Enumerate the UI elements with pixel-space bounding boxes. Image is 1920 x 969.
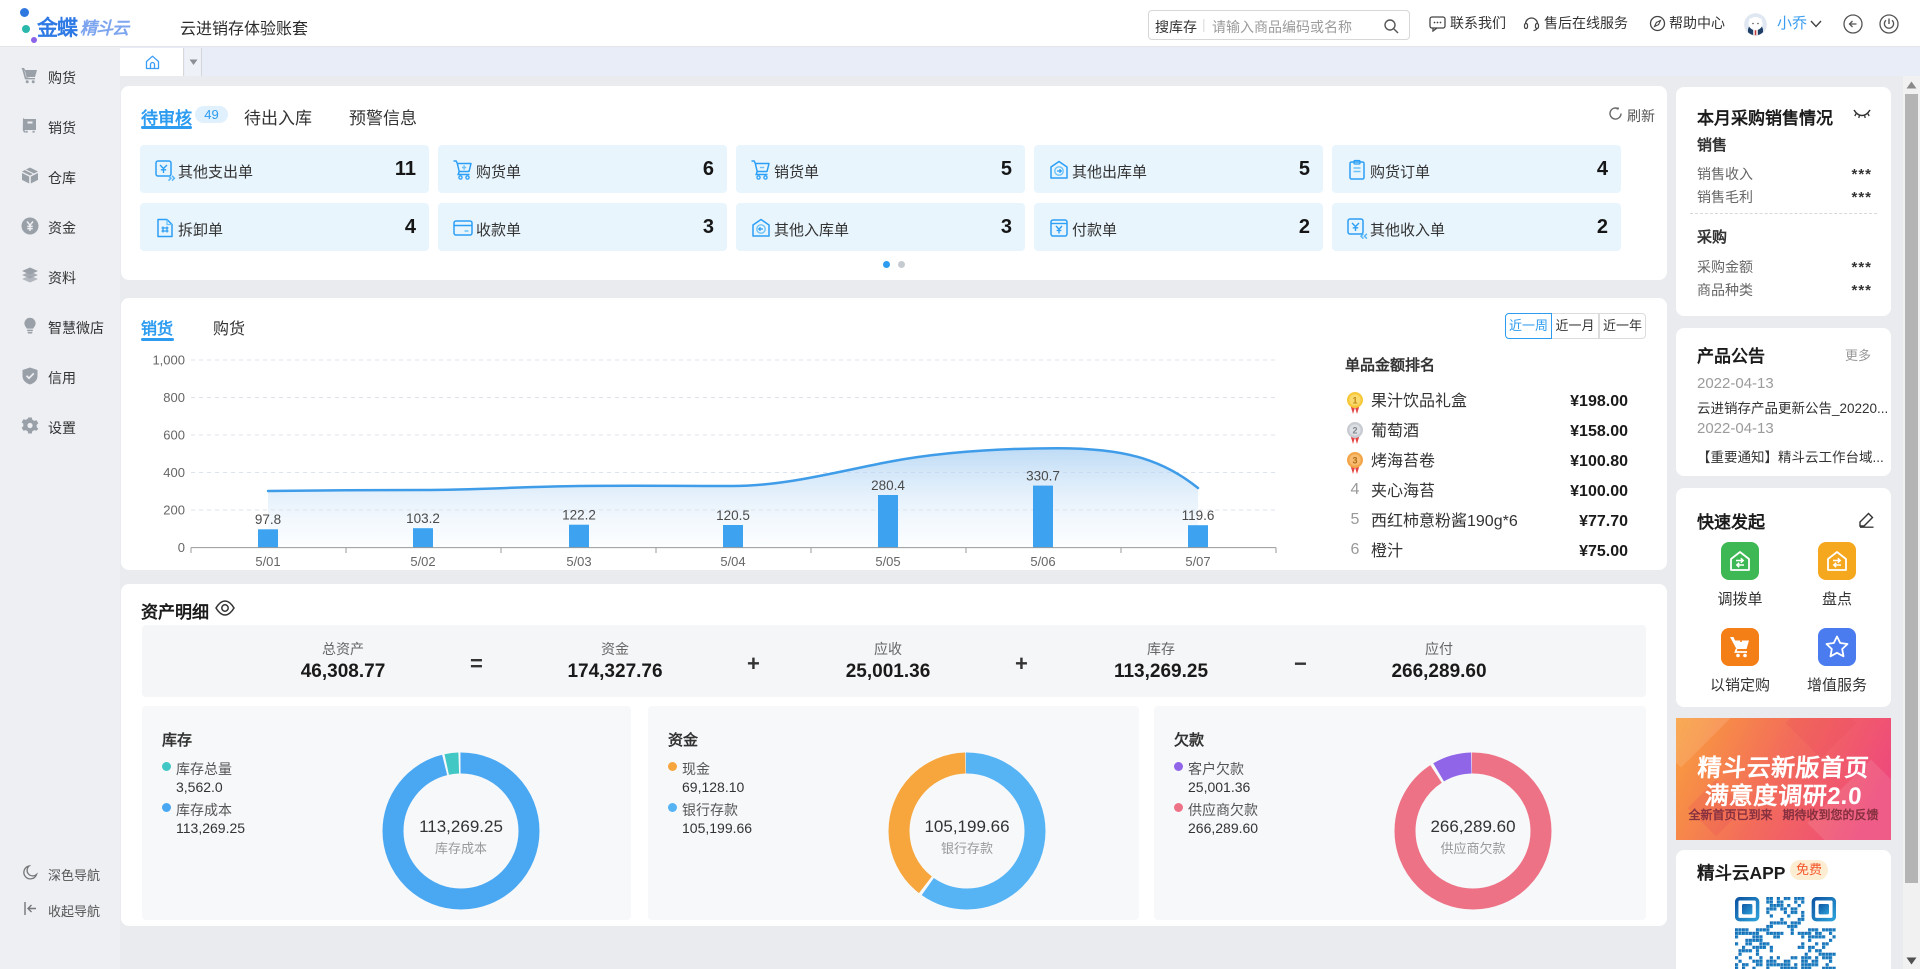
svg-text:122.2: 122.2 bbox=[562, 508, 596, 523]
svg-text:1,000: 1,000 bbox=[152, 353, 185, 368]
svg-text:5/03: 5/03 bbox=[566, 554, 591, 569]
svg-text:113,269.25: 113,269.25 bbox=[419, 817, 503, 836]
svg-text:280.4: 280.4 bbox=[871, 478, 905, 493]
svg-text:5/01: 5/01 bbox=[255, 554, 280, 569]
svg-text:5/02: 5/02 bbox=[410, 554, 435, 569]
svg-text:400: 400 bbox=[163, 465, 185, 480]
svg-text:2: 2 bbox=[1352, 426, 1357, 436]
svg-text:供应商欠款: 供应商欠款 bbox=[1440, 841, 1505, 856]
svg-text:银行存款: 银行存款 bbox=[941, 841, 993, 856]
svg-text:1: 1 bbox=[1352, 396, 1357, 406]
svg-text:5/05: 5/05 bbox=[875, 554, 900, 569]
svg-text:6: 6 bbox=[1351, 541, 1360, 558]
svg-text:200: 200 bbox=[163, 503, 185, 518]
svg-text:5/04: 5/04 bbox=[720, 554, 745, 569]
svg-text:119.6: 119.6 bbox=[1182, 508, 1215, 523]
svg-text:330.7: 330.7 bbox=[1026, 469, 1060, 484]
svg-text:4: 4 bbox=[1351, 481, 1360, 498]
svg-text:5/06: 5/06 bbox=[1030, 554, 1055, 569]
svg-text:266,289.60: 266,289.60 bbox=[1430, 817, 1515, 836]
svg-text:5: 5 bbox=[1351, 511, 1360, 528]
svg-text:库存成本: 库存成本 bbox=[435, 841, 487, 856]
svg-text:105,199.66: 105,199.66 bbox=[924, 817, 1009, 836]
svg-text:97.8: 97.8 bbox=[255, 512, 281, 527]
svg-text:120.5: 120.5 bbox=[716, 508, 750, 523]
svg-text:3: 3 bbox=[1352, 456, 1357, 466]
svg-text:103.2: 103.2 bbox=[406, 511, 440, 526]
svg-text:5/07: 5/07 bbox=[1185, 554, 1210, 569]
svg-text:800: 800 bbox=[163, 390, 185, 405]
svg-text:0: 0 bbox=[178, 540, 185, 555]
svg-text:600: 600 bbox=[163, 428, 185, 443]
